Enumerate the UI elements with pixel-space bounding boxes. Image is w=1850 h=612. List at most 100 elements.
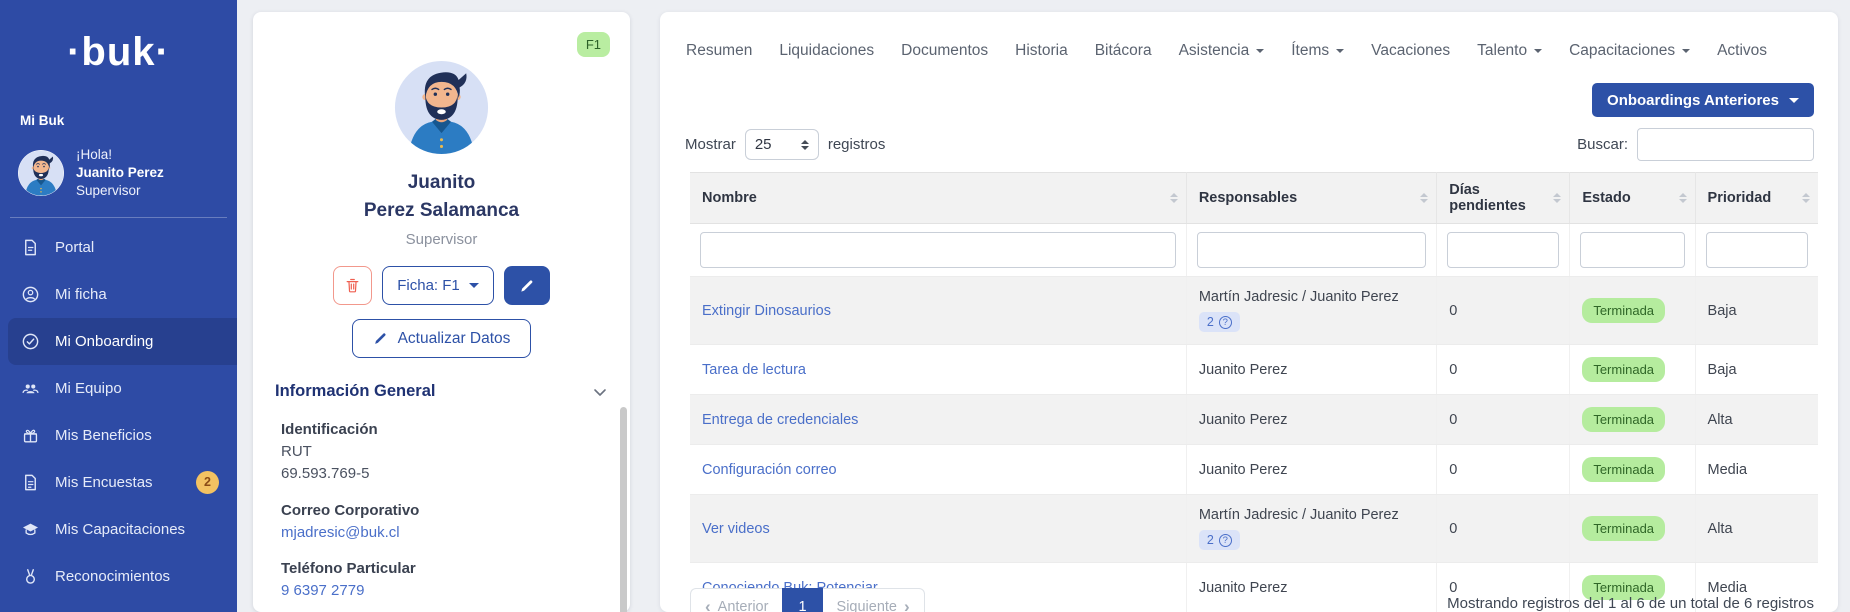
sidebar-user: ¡Hola! Juanito Perez Supervisor (18, 146, 237, 201)
task-link[interactable]: Entrega de credenciales (702, 412, 858, 428)
people-icon (21, 379, 40, 398)
responsables-text: Juanito Perez (1199, 580, 1424, 596)
table-row: Tarea de lecturaJuanito Perez0TerminadaB… (690, 345, 1818, 395)
chevron-down-icon (469, 283, 479, 288)
document-icon (21, 238, 40, 257)
info-link[interactable]: mjadresic@buk.cl (281, 522, 608, 544)
onboardings-anteriores-button[interactable]: Onboardings Anteriores (1592, 83, 1814, 117)
edit-button[interactable] (504, 266, 550, 305)
ficha-dropdown-button[interactable]: Ficha: F1 (382, 266, 494, 305)
tab-talento[interactable]: Talento (1477, 42, 1542, 60)
chevron-down-icon (1534, 49, 1542, 53)
sidebar-item-mi-onboarding[interactable]: Mi Onboarding (8, 318, 237, 365)
delete-button[interactable] (333, 266, 372, 305)
profile-role: Supervisor (253, 231, 630, 248)
tab-documentos[interactable]: Documentos (901, 42, 988, 60)
info-field-identificacion: IdentificaciónRUT69.593.769-5 (281, 421, 608, 485)
tab-vacaciones[interactable]: Vacaciones (1371, 42, 1450, 60)
info-field-telefono-particular: Teléfono Particular9 6397 2779 (281, 560, 608, 602)
filter-input-responsables[interactable] (1197, 232, 1426, 268)
pagination-next-button[interactable]: Siguiente › (823, 588, 925, 612)
prioridad-cell: Baja (1695, 345, 1818, 395)
sidebar-item-portal[interactable]: Portal (8, 224, 237, 271)
search-input[interactable] (1637, 128, 1814, 161)
sidebar-item-reconocimientos[interactable]: Reconocimientos (8, 553, 237, 600)
pagination-page-1[interactable]: 1 (782, 588, 822, 612)
filter-input-prioridad[interactable] (1706, 232, 1808, 268)
column-header-dias-pendientes[interactable]: Días pendientes (1437, 173, 1570, 224)
question-circle-icon: ? (1219, 316, 1232, 329)
tab-items[interactable]: Ítems (1291, 42, 1344, 60)
filter-input-estado[interactable] (1580, 232, 1684, 268)
column-header-nombre[interactable]: Nombre (690, 173, 1186, 224)
tab-bitacora[interactable]: Bitácora (1095, 42, 1152, 60)
dias-pendientes-cell: 0 (1437, 445, 1570, 495)
profile-avatar (394, 60, 489, 155)
sidebar-nav: PortalMi fichaMi OnboardingMi EquipoMis … (0, 224, 237, 600)
profile-card: F1 Juanito Perez Salamanca Supervisor Fi… (253, 12, 630, 612)
sidebar-item-mis-beneficios[interactable]: Mis Beneficios (8, 412, 237, 459)
info-value: 69.593.769-5 (281, 463, 608, 485)
chevron-down-icon (1336, 49, 1344, 53)
tab-activos[interactable]: Activos (1717, 42, 1767, 60)
dias-pendientes-cell: 0 (1437, 277, 1570, 345)
responsables-text: Martín Jadresic / Juanito Perez (1199, 289, 1424, 305)
card-scrollbar[interactable] (620, 407, 627, 612)
column-header-estado[interactable]: Estado (1570, 173, 1695, 224)
column-header-responsables[interactable]: Responsables (1186, 173, 1436, 224)
ficha-chip: F1 (577, 32, 610, 57)
sidebar-section-label: Mi Buk (20, 113, 237, 128)
filter-input-dias-pendientes[interactable] (1447, 232, 1559, 268)
pencil-icon (519, 278, 535, 294)
chevron-right-icon: › (904, 598, 910, 612)
status-badge: Terminada (1582, 516, 1665, 541)
sort-icon (1802, 193, 1810, 203)
dias-pendientes-cell: 0 (1437, 345, 1570, 395)
show-label: Mostrar (685, 136, 736, 153)
notification-count-badge: 2 (196, 471, 219, 494)
info-fields: IdentificaciónRUT69.593.769-5Correo Corp… (281, 421, 608, 612)
sort-icon (1170, 193, 1178, 203)
sidebar-item-mi-ficha[interactable]: Mi ficha (8, 271, 237, 318)
responsables-count-badge[interactable]: 2 ? (1199, 312, 1240, 332)
info-general-header[interactable]: Información General (275, 382, 608, 401)
tab-capacitaciones[interactable]: Capacitaciones (1569, 42, 1690, 60)
task-link[interactable]: Extingir Dinosaurios (702, 303, 831, 319)
sidebar-item-mis-encuestas[interactable]: Mis Encuestas2 (8, 459, 237, 506)
info-value: RUT (281, 441, 608, 463)
sort-icon (1553, 193, 1561, 203)
sidebar-item-mi-equipo[interactable]: Mi Equipo (8, 365, 237, 412)
status-badge: Terminada (1582, 298, 1665, 323)
task-link[interactable]: Configuración correo (702, 462, 837, 478)
survey-icon (21, 473, 40, 492)
responsables-text: Juanito Perez (1199, 412, 1424, 428)
table-row: Extingir Dinosaurios Martín Jadresic / Ju… (690, 277, 1818, 345)
column-header-prioridad[interactable]: Prioridad (1695, 173, 1818, 224)
status-badge: Terminada (1582, 457, 1665, 482)
records-label: registros (828, 136, 886, 153)
tab-liquidaciones[interactable]: Liquidaciones (779, 42, 874, 60)
chevron-down-icon (1682, 49, 1690, 53)
tab-historia[interactable]: Historia (1015, 42, 1068, 60)
filter-input-nombre[interactable] (700, 232, 1176, 268)
sort-icon (1679, 193, 1687, 203)
table-summary: Mostrando registros del 1 al 6 de un tot… (1447, 595, 1814, 612)
tab-asistencia[interactable]: Asistencia (1179, 42, 1265, 60)
responsables-count-badge[interactable]: 2 ? (1199, 530, 1240, 550)
info-link[interactable]: 9 6397 2779 (281, 580, 608, 602)
chevron-down-icon (1789, 98, 1799, 103)
update-data-button[interactable]: Actualizar Datos (352, 319, 532, 358)
task-link[interactable]: Tarea de lectura (702, 362, 806, 378)
question-circle-icon: ? (1219, 534, 1232, 547)
sidebar-item-mis-capacitaciones[interactable]: Mis Capacitaciones (8, 506, 237, 553)
graduation-cap-icon (21, 520, 40, 539)
profile-name: Juanito Perez Salamanca (253, 169, 630, 224)
onboarding-tasks-table: NombreResponsablesDías pendientesEstadoP… (690, 172, 1818, 612)
chevron-left-icon: ‹ (705, 598, 711, 612)
task-link[interactable]: Ver videos (702, 521, 770, 537)
user-name: Juanito Perez (76, 164, 164, 182)
tab-resumen[interactable]: Resumen (686, 42, 752, 60)
pagination: ‹ Anterior 1 Siguiente › (690, 588, 925, 612)
page-size-select[interactable]: 25 (745, 129, 819, 160)
pagination-prev-button[interactable]: ‹ Anterior (690, 588, 782, 612)
